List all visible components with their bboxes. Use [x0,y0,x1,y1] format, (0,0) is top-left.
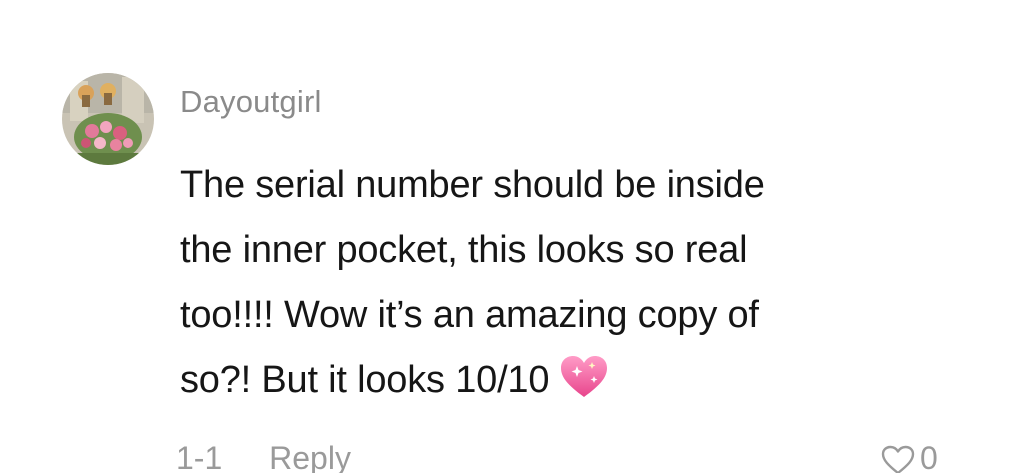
reply-button[interactable]: Reply [269,440,351,473]
heart-outline-icon [881,445,915,473]
like-count: 0 [920,440,938,473]
comment-text-line: the inner pocket, this looks so real [180,229,748,271]
comment-text-line: so?! But it looks 10/10 [180,359,550,401]
comment-date: 1-1 [176,440,223,473]
comment-meta: 1-1 Reply [176,438,351,473]
comment-text-line-last: so?! But it looks 10/10 [180,348,960,421]
sparkling-heart-icon [559,354,609,421]
avatar-image [62,73,154,165]
comment-item: Dayoutgirl The serial number should be i… [0,0,1024,473]
comment-username[interactable]: Dayoutgirl [180,82,322,122]
comment-text-line: The serial number should be inside [180,164,765,206]
comment-text-line: too!!!! Wow it’s an amazing copy of [180,294,759,336]
comment-text: The serial number should be inside the i… [180,153,960,421]
avatar[interactable] [62,73,154,165]
like-button[interactable]: 0 [880,438,938,473]
